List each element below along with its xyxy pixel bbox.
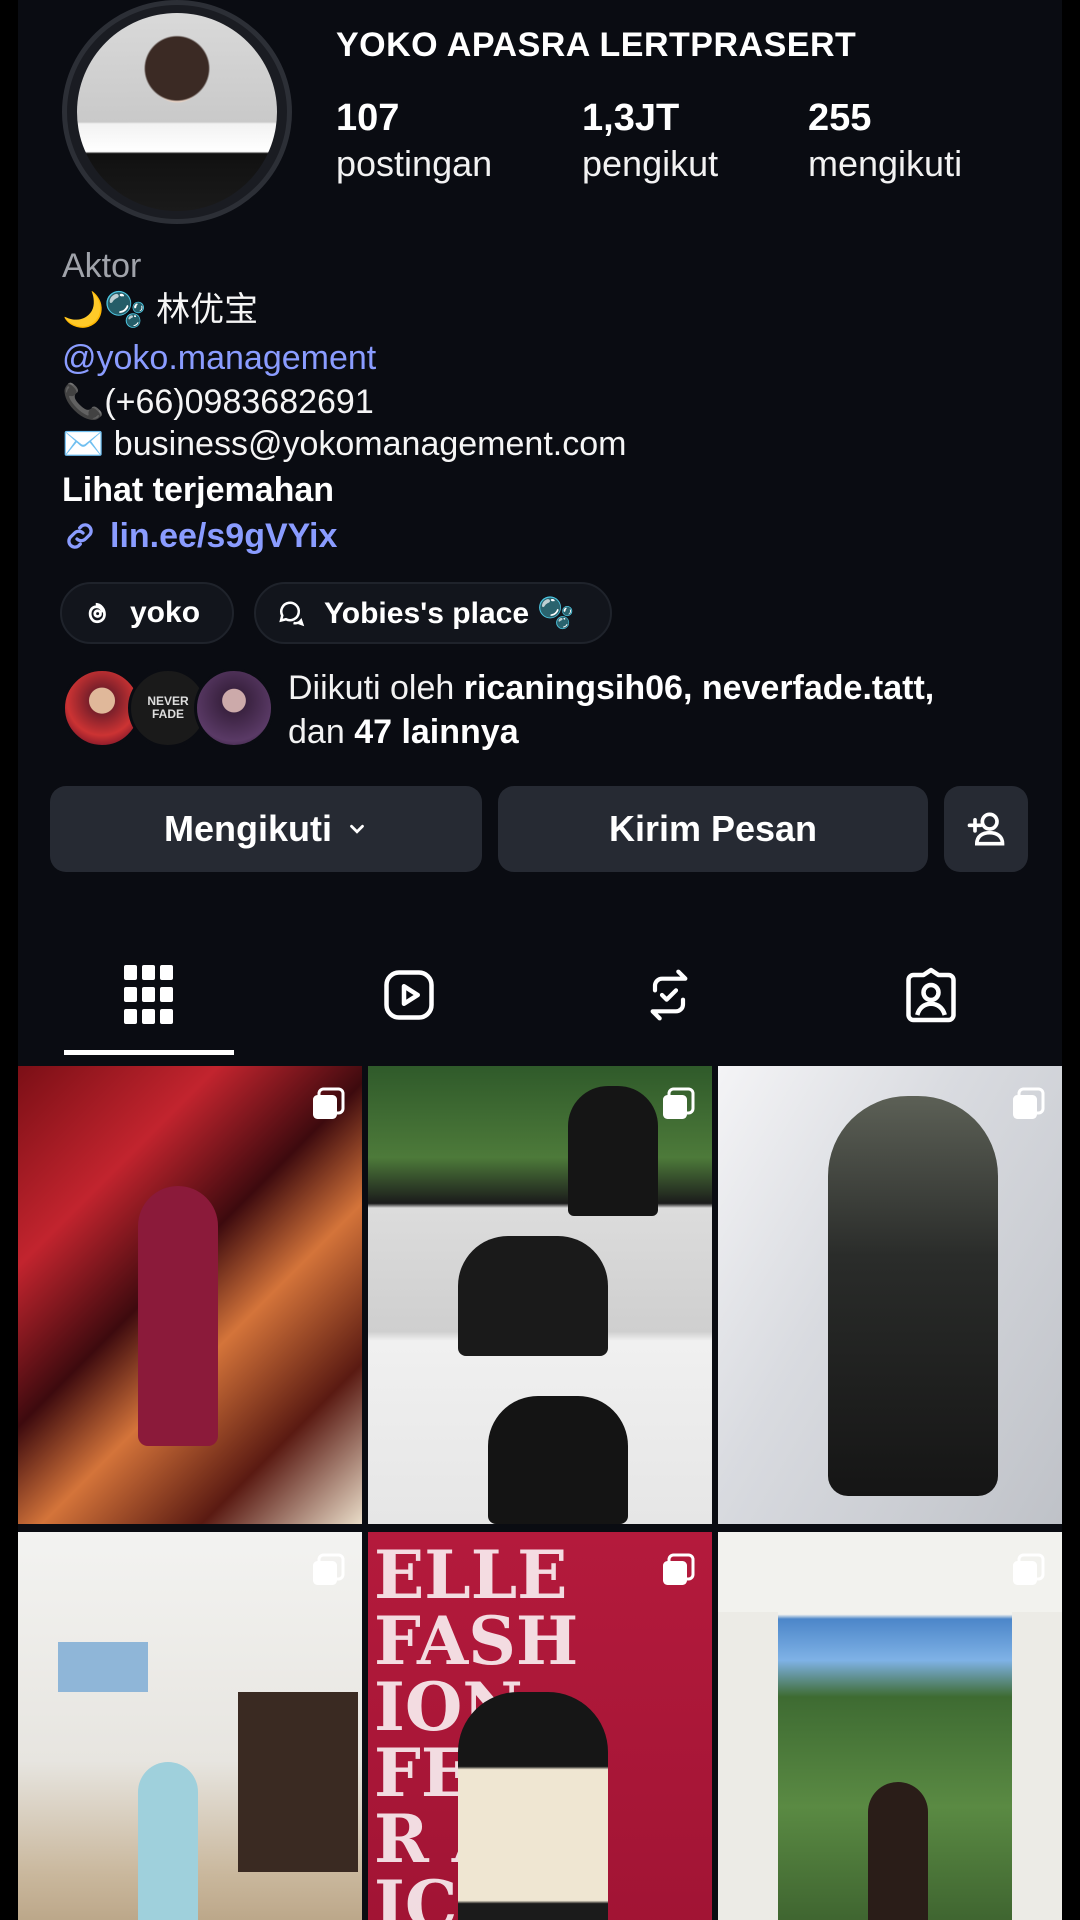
broadcast-channel-icon	[279, 601, 305, 627]
active-tab-indicator	[64, 1050, 234, 1055]
followed-by-text[interactable]: Diikuti oleh ricaningsih06, neverfade.ta…	[288, 666, 934, 754]
carousel-icon	[1013, 1087, 1045, 1119]
carousel-icon	[663, 1553, 695, 1585]
post-6-pillar-right	[1012, 1612, 1062, 1920]
bio-email: ✉️ business@yokomanagement.com	[62, 425, 627, 463]
carousel-icon	[663, 1087, 695, 1119]
message-button[interactable]: Kirim Pesan	[498, 786, 928, 872]
post-tile-1[interactable]	[18, 1066, 362, 1524]
post-tile-3[interactable]	[718, 1066, 1062, 1524]
stat-posts[interactable]: 107 postingan	[336, 96, 492, 188]
translate-link[interactable]: Lihat terjemahan	[62, 470, 334, 510]
tab-tagged[interactable]	[896, 960, 966, 1030]
followed-by-middle: dan	[288, 713, 355, 751]
post-tile-4[interactable]	[18, 1532, 362, 1920]
tagged-icon	[906, 967, 956, 1023]
carousel-icon	[313, 1553, 345, 1585]
post-2-figure-mid	[458, 1236, 608, 1356]
post-2-figure-bottom	[488, 1396, 628, 1524]
post-tile-5[interactable]: ELLE FASHION FEVER AT ICONSIAM	[368, 1532, 712, 1920]
post-4-shelf	[238, 1692, 358, 1872]
carousel-icon	[1013, 1553, 1045, 1585]
stat-followers-label: pengikut	[582, 143, 719, 184]
reposts-icon	[650, 969, 688, 1021]
profile-username: YOKO APASRA LERTPRASERT	[336, 26, 857, 64]
profile-screen: YOKO APASRA LERTPRASERT 107 postingan 1,…	[18, 0, 1062, 1920]
bio-line-name: 🌙🫧 林优宝	[62, 291, 259, 329]
followed-by-names: ricaningsih06, neverfade.tatt,	[463, 669, 935, 707]
stat-followers-value: 1,3JT	[582, 97, 680, 139]
post-6-figure	[868, 1782, 928, 1920]
follower-avatar-3[interactable]	[194, 668, 274, 748]
profile-category: Aktor	[62, 247, 142, 285]
followed-by-prefix: Diikuti oleh	[288, 669, 464, 707]
threads-chip[interactable]: yoko	[60, 582, 234, 644]
add-person-icon	[967, 812, 1005, 846]
following-button-label: Mengikuti	[164, 808, 332, 849]
channel-chip-label: Yobies's place 🫧	[324, 596, 575, 630]
stat-posts-value: 107	[336, 97, 400, 139]
post-4-figure	[138, 1762, 198, 1920]
tab-reels[interactable]	[374, 960, 444, 1030]
carousel-icon	[313, 1087, 345, 1119]
stat-posts-label: postingan	[336, 143, 493, 184]
threads-chip-label: yoko	[130, 596, 201, 629]
post-4-window	[58, 1642, 148, 1692]
followed-by-others: 47 lainnya	[354, 713, 519, 751]
post-1-figure	[138, 1186, 218, 1446]
following-button[interactable]: Mengikuti	[50, 786, 482, 872]
bio-threads-handle[interactable]: @yoko.management	[62, 338, 376, 378]
post-6-pillar-left	[718, 1612, 778, 1920]
post-5-figure	[458, 1692, 608, 1920]
post-tile-2[interactable]	[368, 1066, 712, 1524]
tab-posts-grid[interactable]	[114, 960, 184, 1030]
link-icon	[67, 523, 93, 549]
avatar-photo	[77, 13, 277, 211]
chevron-down-icon	[350, 824, 364, 834]
suggested-users-button[interactable]	[944, 786, 1028, 872]
bio-link-text: lin.ee/s9gVYix	[110, 517, 338, 555]
post-tile-6[interactable]	[718, 1532, 1062, 1920]
reels-icon	[384, 970, 434, 1020]
post-3-figure	[828, 1096, 998, 1496]
message-button-label: Kirim Pesan	[608, 808, 818, 849]
post-2-figure-top	[568, 1086, 658, 1216]
bio-external-link[interactable]: lin.ee/s9gVYix	[62, 516, 337, 556]
bio-phone: 📞(+66)0983682691	[62, 383, 374, 421]
stat-followers[interactable]: 1,3JT pengikut	[582, 96, 718, 188]
profile-avatar[interactable]	[62, 0, 292, 224]
grid-icon	[124, 965, 173, 1024]
stat-following[interactable]: 255 mengikuti	[808, 96, 962, 188]
threads-icon	[88, 602, 106, 624]
tab-reposts[interactable]	[634, 960, 704, 1030]
stat-following-label: mengikuti	[808, 143, 963, 184]
channel-chip[interactable]: Yobies's place 🫧	[254, 582, 612, 644]
stat-following-value: 255	[808, 97, 872, 139]
